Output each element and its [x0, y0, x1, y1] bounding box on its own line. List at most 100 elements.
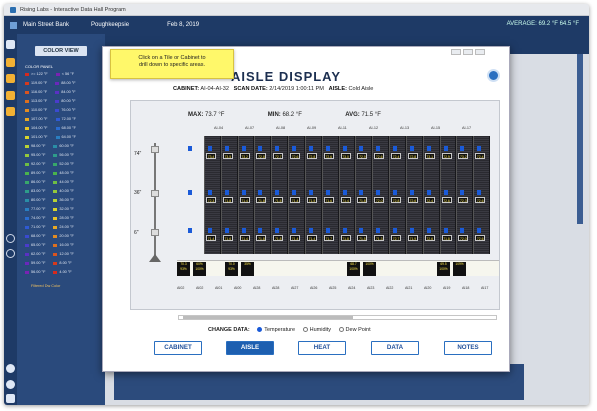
sensor-value[interactable]: 71.4	[290, 235, 301, 241]
legend-row[interactable]: >= 122 °F < 56 °F	[25, 72, 74, 76]
legend-row[interactable]: 86.00 °F 44.00 °F	[25, 180, 74, 184]
color-view-button[interactable]: COLOR VIEW	[35, 46, 87, 56]
sensor-marker[interactable]	[342, 228, 347, 233]
sensor-marker[interactable]	[426, 190, 431, 195]
legend-row[interactable]: 104.00 °F 68.00 °F	[25, 126, 76, 130]
floor-tile[interactable]: 109%	[453, 262, 466, 276]
minimize-icon[interactable]	[451, 49, 461, 55]
sensor-marker[interactable]	[275, 190, 280, 195]
sensor-marker[interactable]	[443, 190, 448, 195]
dew-point-label[interactable]: Dew Point	[346, 327, 371, 333]
sensor-value[interactable]: 72.7	[391, 235, 402, 241]
legend-row[interactable]: 110.00 °F 76.00 °F	[25, 108, 76, 112]
sensor-value[interactable]: 72.9	[441, 153, 452, 159]
sensor-value[interactable]: 72.6	[290, 153, 301, 159]
menu-date[interactable]: Feb 8, 2019	[167, 22, 199, 28]
sensor-value[interactable]: 71.6	[323, 197, 334, 203]
sensor-marker[interactable]	[342, 146, 347, 151]
sensor-marker[interactable]	[426, 228, 431, 233]
sensor-marker[interactable]	[477, 190, 482, 195]
sensor-marker[interactable]	[275, 146, 280, 151]
sensor-value[interactable]: 71.9	[407, 235, 418, 241]
sensor-value[interactable]: 71.8	[441, 235, 452, 241]
sensor-marker[interactable]	[188, 228, 192, 233]
menu-location[interactable]: Poughkeepsie	[91, 22, 129, 28]
gear-icon[interactable]	[6, 380, 15, 389]
sensor-value[interactable]: 72.0	[458, 235, 469, 241]
sensor-marker[interactable]	[443, 228, 448, 233]
layout-icon[interactable]	[6, 40, 15, 49]
sensor-marker[interactable]	[292, 146, 297, 151]
floor-tile[interactable]: 69.5 100%	[437, 262, 450, 276]
floor-tile[interactable]: 70.3 93%	[177, 262, 190, 276]
legend-row[interactable]: 59.00 °F 8.00 °F	[25, 261, 72, 265]
sensor-value[interactable]: 71.8	[222, 197, 233, 203]
sensor-value[interactable]: 73.2	[458, 153, 469, 159]
filter-icon[interactable]	[6, 91, 15, 100]
sensor-marker[interactable]	[325, 190, 330, 195]
sensor-marker[interactable]	[477, 146, 482, 151]
sensor-value[interactable]: 72.8	[306, 153, 317, 159]
sensor-marker[interactable]	[208, 146, 212, 151]
floor-tile[interactable]: 35%	[241, 262, 254, 276]
sensor-value[interactable]: 72.3	[206, 197, 216, 203]
legend-row[interactable]: 74.00 °F 28.00 °F	[25, 216, 74, 220]
sensor-value[interactable]: 72.6	[323, 153, 334, 159]
floor-tile[interactable]: 70.0 93%	[225, 262, 238, 276]
sensor-marker[interactable]	[208, 228, 212, 233]
legend-row[interactable]: 62.00 °F 12.00 °F	[25, 252, 74, 256]
sensor-marker[interactable]	[376, 190, 381, 195]
sensor-value[interactable]: 71.8	[273, 235, 284, 241]
sensor-value[interactable]: 72.8	[407, 153, 418, 159]
sensor-value[interactable]: 71.6	[222, 235, 233, 241]
sensor-value[interactable]: 72.4	[475, 153, 486, 159]
floor-tile[interactable]: 100%	[363, 262, 376, 276]
legend-row[interactable]: 107.00 °F 72.00 °F	[25, 117, 76, 121]
legend-row[interactable]: 56.00 °F 4.00 °F	[25, 270, 72, 274]
sensor-marker[interactable]	[208, 190, 212, 195]
legend-row[interactable]: 92.00 °F 52.00 °F	[25, 162, 74, 166]
sensor-marker[interactable]	[460, 190, 465, 195]
sensor-value[interactable]: 72.6	[407, 197, 418, 203]
sensor-marker[interactable]	[275, 228, 280, 233]
temperature-radio[interactable]	[257, 327, 263, 333]
floor-tile[interactable]: 68.7 100%	[347, 262, 360, 276]
menu-site[interactable]: Main Street Bank	[23, 22, 69, 28]
sensor-value[interactable]: 71.4	[206, 235, 216, 241]
sensor-value[interactable]: 72.8	[256, 153, 267, 159]
maximize-icon[interactable]	[463, 49, 473, 55]
legend-row[interactable]: 95.00 °F 56.00 °F	[25, 153, 74, 157]
sensor-marker[interactable]	[325, 146, 330, 151]
sensor-marker[interactable]	[393, 146, 398, 151]
sensor-marker[interactable]	[224, 146, 229, 151]
dew-point-radio[interactable]	[338, 327, 344, 333]
help-icon[interactable]	[487, 69, 500, 82]
zoom-in-icon[interactable]	[6, 234, 15, 243]
legend-row[interactable]: 98.00 °F 60.00 °F	[25, 144, 74, 148]
sensor-value[interactable]: 72.4	[391, 153, 402, 159]
legend-row[interactable]: 65.00 °F 16.00 °F	[25, 243, 74, 247]
heat-button[interactable]: HEAT	[298, 341, 346, 355]
sensor-marker[interactable]	[376, 146, 381, 151]
data-button[interactable]: DATA	[371, 341, 419, 355]
settings-icon[interactable]	[6, 364, 15, 373]
sensor-value[interactable]: 71.8	[340, 235, 351, 241]
rack-row[interactable]: 73.4 73.5 73.2 72.8 72.7 72.6 72.8 72.6 73.0 72.9…	[204, 136, 490, 254]
sensor-value[interactable]: 73.5	[222, 153, 233, 159]
tool-icon[interactable]	[6, 107, 15, 116]
sensor-value[interactable]: 72.7	[273, 153, 284, 159]
sensor-marker[interactable]	[393, 228, 398, 233]
sensor-marker[interactable]	[409, 190, 414, 195]
sensor-marker[interactable]	[308, 190, 313, 195]
sensor-value[interactable]: 71.5	[306, 197, 317, 203]
aisle-button[interactable]: AISLE	[226, 341, 274, 355]
sensor-value[interactable]: 71.8	[357, 197, 368, 203]
sensor-marker[interactable]	[308, 228, 313, 233]
sensor-marker[interactable]	[393, 190, 398, 195]
sensor-value[interactable]: 72.6	[441, 197, 452, 203]
sensor-marker[interactable]	[224, 228, 229, 233]
floor-tile[interactable]: 60% 100%	[193, 262, 206, 276]
sensor-value[interactable]: 72.6	[424, 235, 435, 241]
home-icon[interactable]	[10, 21, 17, 29]
sensor-value[interactable]: 72.6	[374, 153, 385, 159]
